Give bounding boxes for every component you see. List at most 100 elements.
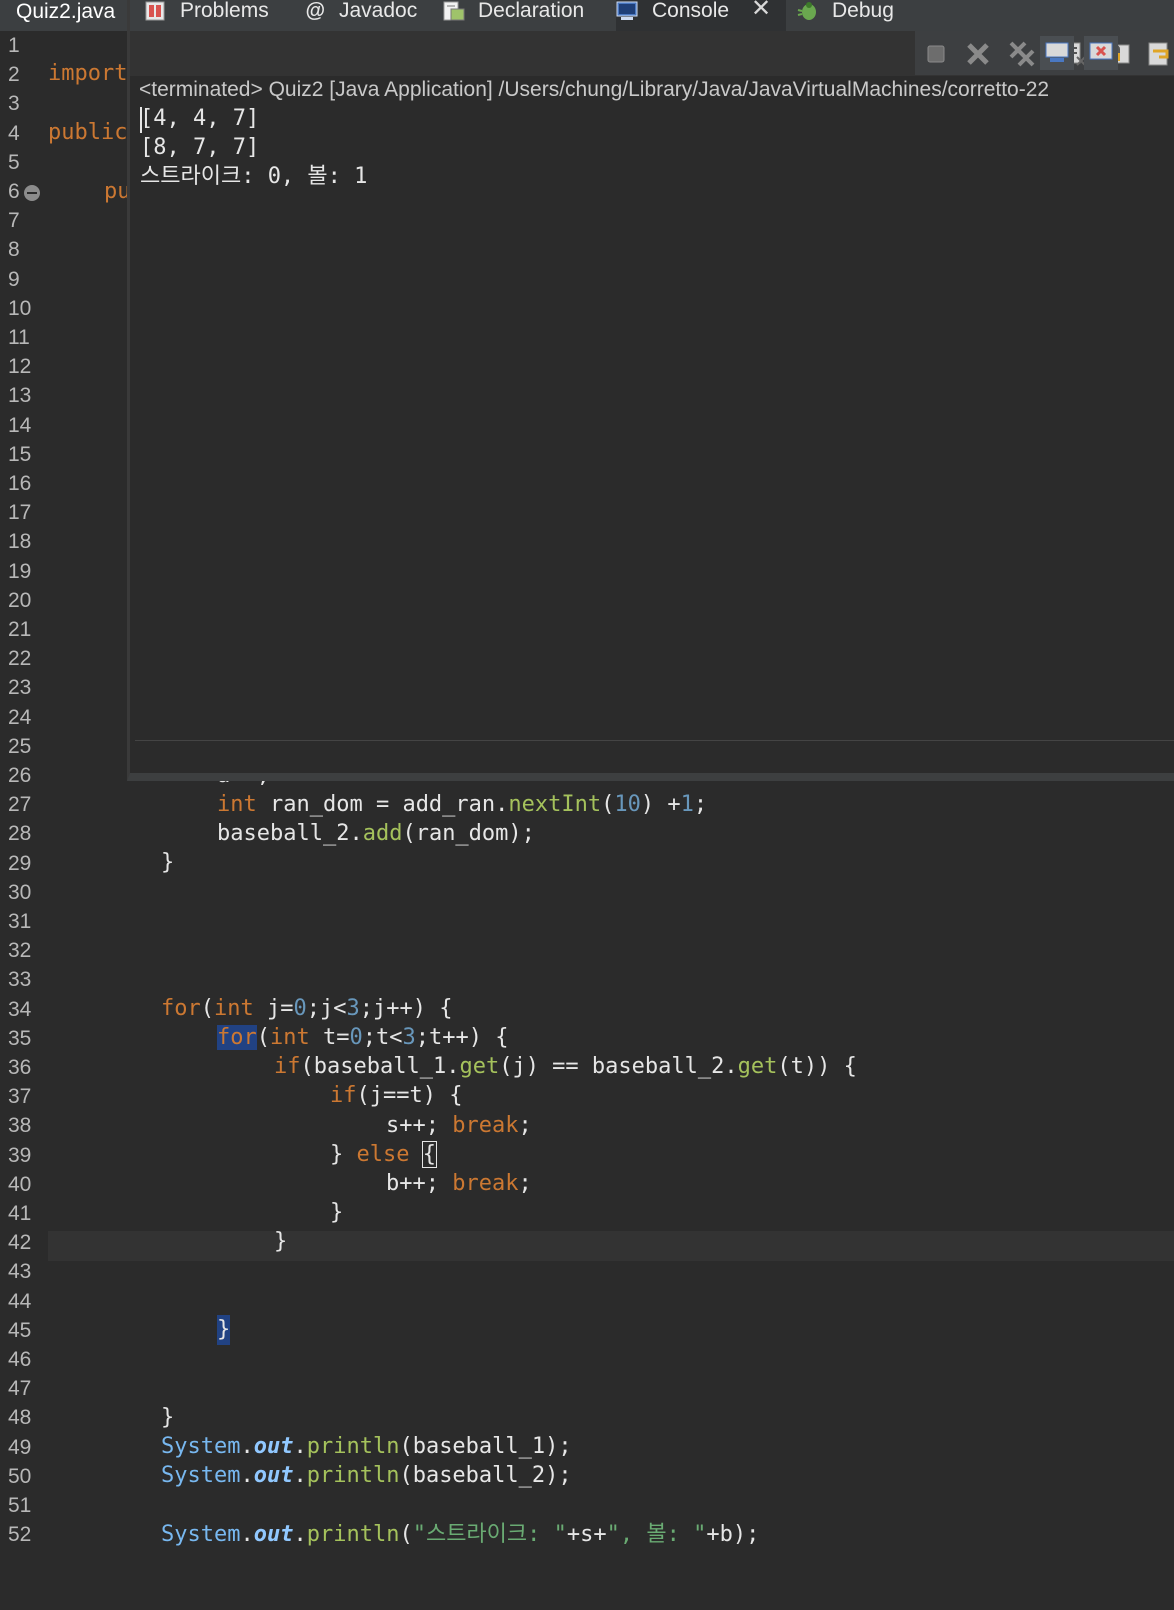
token: ; [518,1113,532,1138]
remove-all-terminated-icon[interactable] [1007,39,1037,69]
console-output-line-2[interactable]: [8, 7, 7] [140,133,259,163]
code-line-34: for(int j=0;j<3;j++) { [161,994,452,1024]
token: add [362,821,403,846]
token: if [274,1054,301,1079]
token: println [306,1434,400,1459]
token: baseball_2. [217,821,363,846]
declaration-icon [443,1,465,21]
line-number: 47 [8,1377,32,1401]
line-number: 5 [8,150,20,174]
fold-collapse-icon[interactable] [24,185,40,201]
token: +s+ [566,1522,607,1547]
line-number: 41 [8,1202,32,1225]
editor-tab-quiz2[interactable]: Quiz2.java [0,0,128,31]
token: else [356,1142,410,1167]
token: (ran_dom); [402,821,535,846]
line-number: 27 [8,793,32,817]
line-number-gutter: 1 2 3 4 5 6 7 8 9 10 11 12 13 14 15 16 17 18 19 20 21 22 23 24 2… [0,31,44,1610]
token: . [240,1434,254,1459]
line-number: 19 [8,559,32,583]
tab-problems[interactable]: Problems [144,0,294,31]
token: s++; [386,1113,453,1138]
token-highlighted: for [217,1025,257,1050]
tab-javadoc[interactable]: @ Javadoc [303,0,433,31]
line-number: 36 [8,1056,32,1079]
view-tab-bar: Problems @ Javadoc Declaration Console ✕ [130,0,1174,34]
code-line-38: s++; break; [386,1111,532,1141]
token: int [217,792,257,817]
token: int [270,1025,310,1050]
line-number: 33 [8,968,32,992]
line-number: 8 [8,238,20,262]
token: ( [200,996,214,1021]
line-number: 14 [8,413,32,437]
code-line-42: } [274,1229,288,1254]
token: if [330,1083,357,1108]
terminate-icon[interactable] [921,39,951,69]
line-number: 20 [8,588,32,612]
line-number: 32 [8,939,32,963]
token: ; [518,1171,532,1196]
tab-declaration[interactable]: Declaration [442,0,607,31]
line-number: 26 [8,764,32,787]
token: println [306,1463,400,1488]
token: ;t++) { [415,1025,509,1050]
console-status-line: <terminated> Quiz2 [Java Application] /U… [139,78,1050,101]
tab-label: Javadoc [339,0,418,22]
tab-label: Declaration [478,0,585,22]
token: println [306,1522,400,1547]
token: int [214,996,254,1021]
current-line-highlight [48,1231,1174,1261]
code-line-35: for(int t=0;t<3;t++) { [217,1023,508,1053]
tab-debug[interactable]: Debug [796,0,916,31]
code-line-39: } else { [330,1140,438,1170]
line-number: 30 [8,880,32,904]
close-console-icon[interactable] [1084,36,1118,70]
tab-label: Debug [832,0,894,22]
tab-label: Problems [180,0,269,22]
tab-console[interactable]: Console ✕ [616,0,786,34]
line-number: 7 [8,209,20,233]
token: (j) == baseball_2. [499,1054,738,1079]
line-number: 42 [8,1231,32,1255]
line-number: 24 [8,705,32,729]
console-divider [135,740,1174,741]
line-number: 10 [8,296,32,320]
token: break [452,1171,519,1196]
line-number: 39 [8,1143,32,1167]
token: . [293,1522,307,1547]
token: out [253,1522,294,1547]
line-number: 40 [8,1172,32,1196]
line-number: 51 [8,1494,32,1517]
line-number: 49 [8,1435,32,1459]
close-icon[interactable]: ✕ [751,0,771,21]
token: 0 [349,1025,363,1050]
console-output-line-3[interactable]: 스트라이크: 0, 볼: 1 [140,162,367,192]
line-number: 52 [8,1523,32,1547]
line-number: 45 [8,1318,32,1342]
editor-tab-label: Quiz2.java [16,0,116,23]
token: (j==t) { [356,1083,463,1108]
problems-icon [145,1,165,21]
code-line-2: import [48,61,128,86]
pin-console-icon[interactable] [1040,36,1074,70]
line-number: 1 [8,34,20,57]
line-number: 17 [8,501,32,525]
line-number: 43 [8,1260,32,1284]
line-number: 28 [8,822,32,846]
token: (baseball_1); [399,1434,572,1459]
remove-launch-icon[interactable] [963,39,993,69]
code-line-41: } [330,1200,344,1225]
token: "스트라이크: " [412,1522,567,1547]
token: ;t< [362,1025,403,1050]
console-view: Problems @ Javadoc Declaration Console ✕ [127,0,1174,781]
token: t= [309,1025,350,1050]
line-number: 34 [8,997,32,1021]
console-output-line-1[interactable]: [4, 4, 7] [140,104,259,134]
code-line-28: baseball_2.add(ran_dom); [217,819,535,849]
line-number: 38 [8,1114,32,1138]
code-line-52: System.out.println("스트라이크: "+s+", 볼: "+b… [161,1520,759,1550]
code-line-50: System.out.println(baseball_2); [161,1461,572,1491]
line-number: 2 [8,63,20,87]
code-line-4: public [48,120,128,145]
